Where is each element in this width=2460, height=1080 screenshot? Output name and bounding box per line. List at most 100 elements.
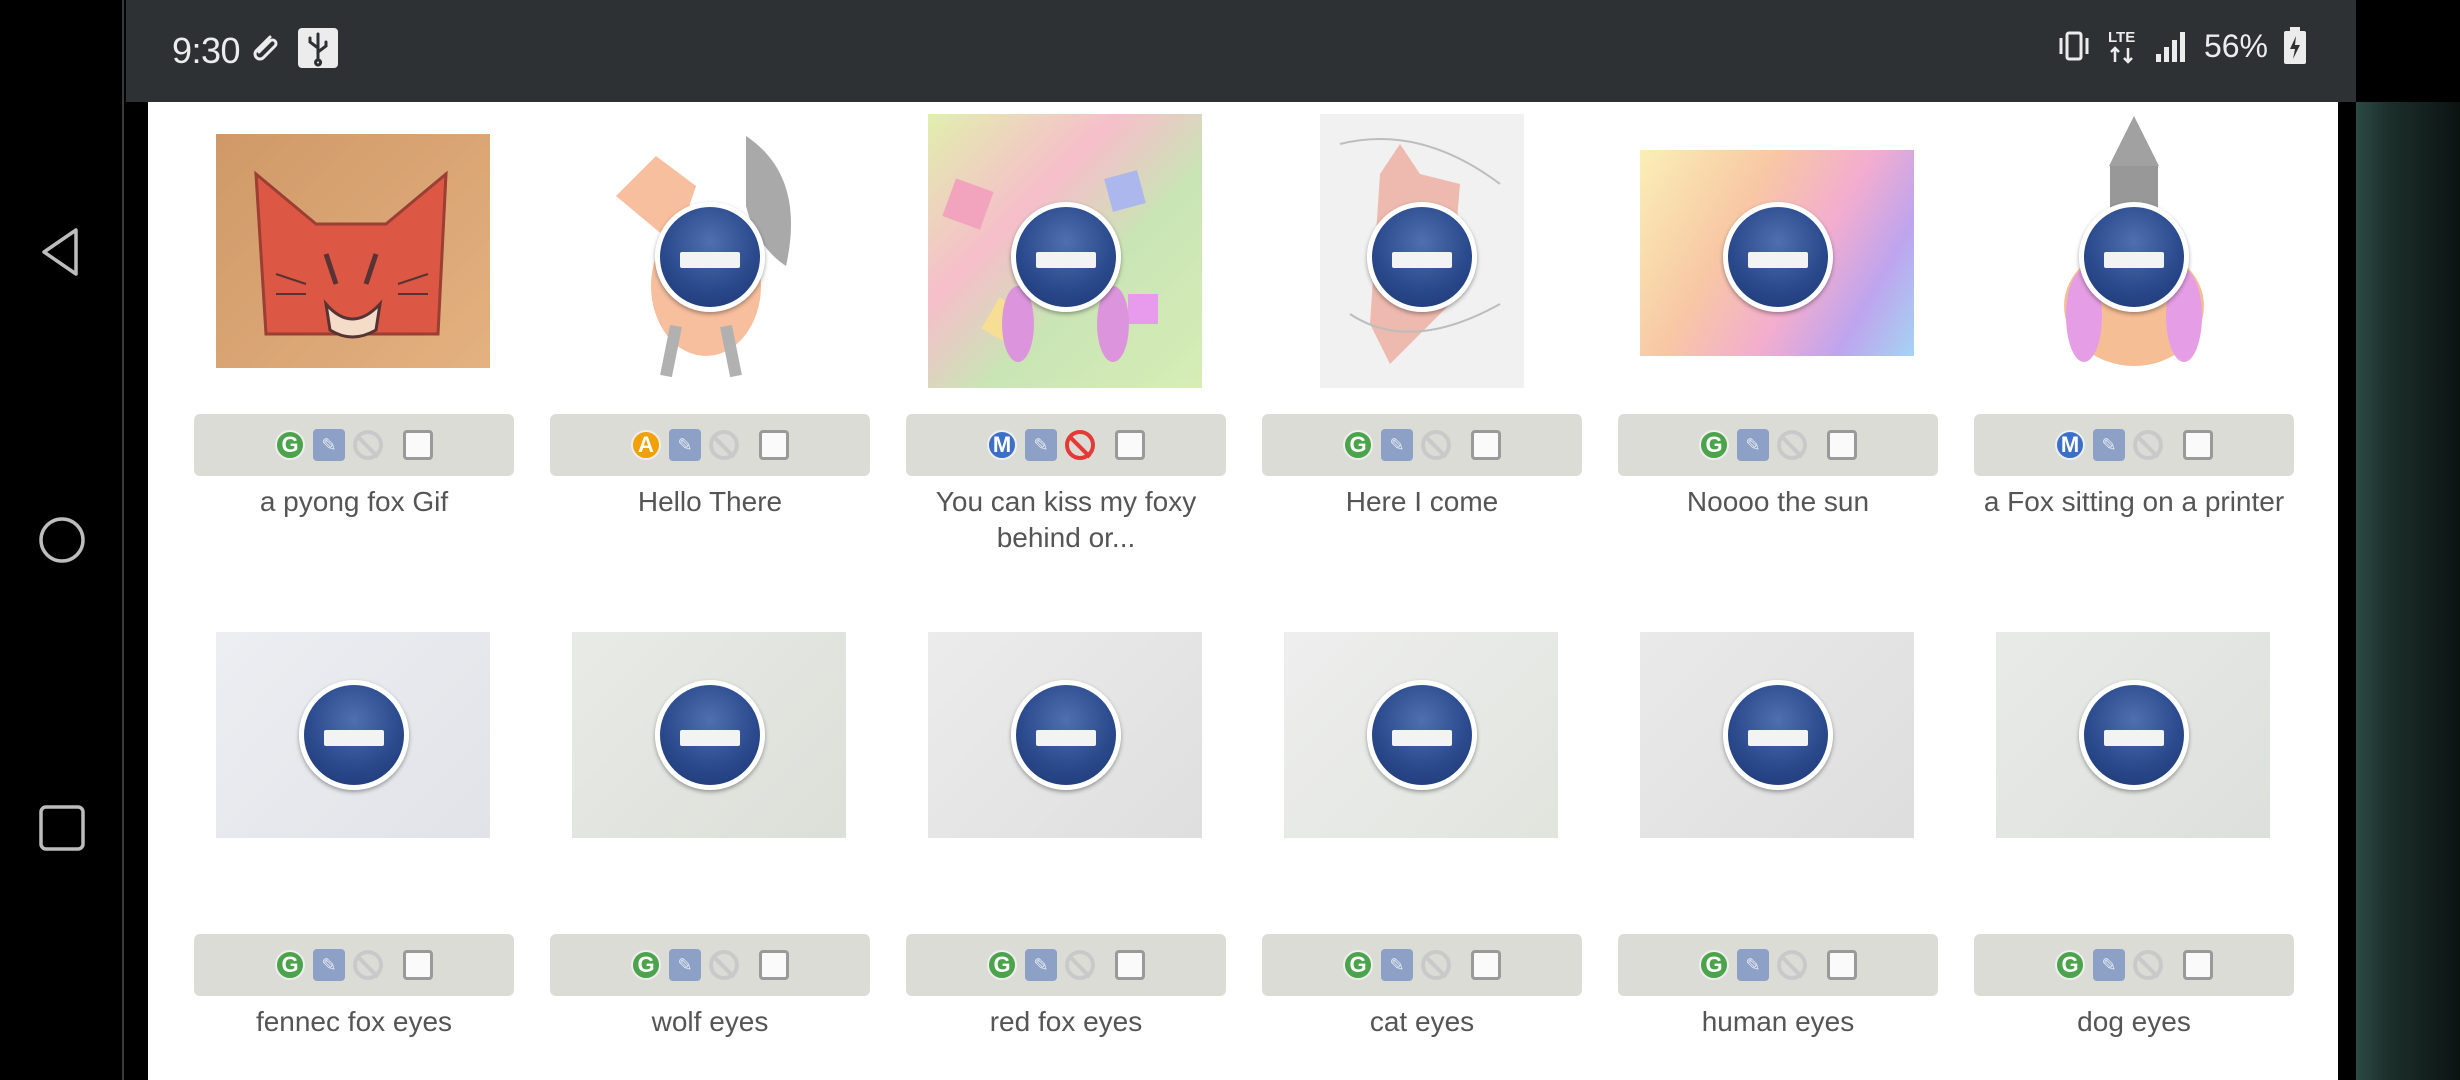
block-icon[interactable] <box>1421 950 1451 980</box>
thumbnail[interactable] <box>194 112 514 402</box>
rating-badge: G <box>2055 950 2085 980</box>
select-checkbox[interactable] <box>759 950 789 980</box>
home-icon <box>39 517 85 563</box>
select-checkbox[interactable] <box>1827 950 1857 980</box>
item-title[interactable]: Here I come <box>1252 484 1592 520</box>
thumbnail[interactable] <box>1618 112 1938 402</box>
select-checkbox[interactable] <box>759 430 789 460</box>
item-title[interactable]: a Fox sitting on a printer <box>1964 484 2304 520</box>
item-title[interactable]: fennec fox eyes <box>184 1004 524 1040</box>
block-icon[interactable] <box>1777 430 1807 460</box>
tag-icon[interactable]: ✎ <box>313 949 345 981</box>
tag-icon[interactable]: ✎ <box>1025 429 1057 461</box>
svg-text:LTE: LTE <box>2108 29 2135 46</box>
tag-icon[interactable]: ✎ <box>313 429 345 461</box>
thumbnail-image <box>216 134 490 368</box>
thumbnail[interactable] <box>1974 112 2294 402</box>
block-icon[interactable] <box>2133 950 2163 980</box>
block-icon[interactable] <box>353 430 383 460</box>
rating-badge: G <box>1343 430 1373 460</box>
thumbnail[interactable] <box>194 632 514 922</box>
battery-percentage: 56% <box>2203 27 2268 64</box>
rating-bar: G ✎ <box>906 934 1226 996</box>
back-icon <box>42 228 78 276</box>
block-icon[interactable] <box>1777 950 1807 980</box>
paperclip-icon <box>253 35 278 61</box>
rating-badge: G <box>1343 950 1373 980</box>
lte-icon: LTE <box>2108 29 2135 64</box>
rating-bar: G ✎ <box>194 934 514 996</box>
item-title[interactable]: red fox eyes <box>896 1004 1236 1040</box>
block-icon[interactable] <box>353 950 383 980</box>
block-icon[interactable] <box>709 950 739 980</box>
recents-button[interactable] <box>30 796 94 860</box>
thumbnail[interactable] <box>550 112 870 402</box>
blocked-icon <box>1723 680 1833 790</box>
block-icon[interactable] <box>1421 430 1451 460</box>
thumbnail[interactable] <box>1618 632 1938 922</box>
select-checkbox[interactable] <box>2183 950 2213 980</box>
rating-badge: G <box>1699 430 1729 460</box>
tag-icon[interactable]: ✎ <box>1737 429 1769 461</box>
item-title[interactable]: Hello There <box>540 484 880 520</box>
item-title[interactable]: dog eyes <box>1964 1004 2304 1040</box>
home-button[interactable] <box>30 508 94 572</box>
tag-icon[interactable]: ✎ <box>2093 949 2125 981</box>
rating-badge: M <box>987 430 1017 460</box>
tag-icon[interactable]: ✎ <box>1381 429 1413 461</box>
select-checkbox[interactable] <box>1471 430 1501 460</box>
select-checkbox[interactable] <box>1115 950 1145 980</box>
item-title[interactable]: You can kiss my foxy behind or... <box>896 484 1236 556</box>
vibrate-icon <box>2059 31 2089 61</box>
rating-bar: G ✎ <box>1262 414 1582 476</box>
usb-icon <box>298 28 338 68</box>
rating-bar: M ✎ <box>1974 414 2294 476</box>
rating-badge: G <box>1699 950 1729 980</box>
blocked-icon <box>1011 680 1121 790</box>
block-icon[interactable] <box>709 430 739 460</box>
select-checkbox[interactable] <box>2183 430 2213 460</box>
status-time: 9:30 <box>172 30 241 71</box>
blocked-icon <box>299 680 409 790</box>
tag-icon[interactable]: ✎ <box>2093 429 2125 461</box>
item-title[interactable]: cat eyes <box>1252 1004 1592 1040</box>
rating-badge: G <box>987 950 1017 980</box>
item-title[interactable]: Noooo the sun <box>1608 484 1948 520</box>
tag-icon[interactable]: ✎ <box>1737 949 1769 981</box>
thumbnail[interactable] <box>1262 112 1582 402</box>
blocked-icon <box>1367 680 1477 790</box>
navigation-bar <box>0 0 124 1080</box>
thumbnail[interactable] <box>550 632 870 922</box>
status-bar: 9:30 LTE 56% <box>126 0 2358 102</box>
thumbnail[interactable] <box>906 632 1226 922</box>
select-checkbox[interactable] <box>1471 950 1501 980</box>
blocked-icon <box>1723 202 1833 312</box>
gallery-grid[interactable]: G ✎ a pyong fox Gif A ✎ Hello There M ✎ … <box>148 102 2338 1080</box>
thumbnail[interactable] <box>1262 632 1582 922</box>
item-title[interactable]: human eyes <box>1608 1004 1948 1040</box>
tag-icon[interactable]: ✎ <box>1025 949 1057 981</box>
select-checkbox[interactable] <box>1827 430 1857 460</box>
blocked-icon <box>655 202 765 312</box>
rating-badge: A <box>631 430 661 460</box>
tag-icon[interactable]: ✎ <box>1381 949 1413 981</box>
blocked-icon <box>2079 202 2189 312</box>
select-checkbox[interactable] <box>403 430 433 460</box>
back-button[interactable] <box>30 220 94 284</box>
recents-icon <box>39 805 85 851</box>
rating-bar: A ✎ <box>550 414 870 476</box>
item-title[interactable]: wolf eyes <box>540 1004 880 1040</box>
rating-badge: G <box>631 950 661 980</box>
tag-icon[interactable]: ✎ <box>669 429 701 461</box>
select-checkbox[interactable] <box>403 950 433 980</box>
block-icon[interactable] <box>1065 950 1095 980</box>
block-icon[interactable] <box>1065 430 1095 460</box>
wallpaper-edge <box>2356 0 2460 1080</box>
thumbnail[interactable] <box>1974 632 2294 922</box>
battery-charging-icon <box>2284 27 2306 64</box>
block-icon[interactable] <box>2133 430 2163 460</box>
select-checkbox[interactable] <box>1115 430 1145 460</box>
item-title[interactable]: a pyong fox Gif <box>184 484 524 520</box>
tag-icon[interactable]: ✎ <box>669 949 701 981</box>
thumbnail[interactable] <box>906 112 1226 402</box>
